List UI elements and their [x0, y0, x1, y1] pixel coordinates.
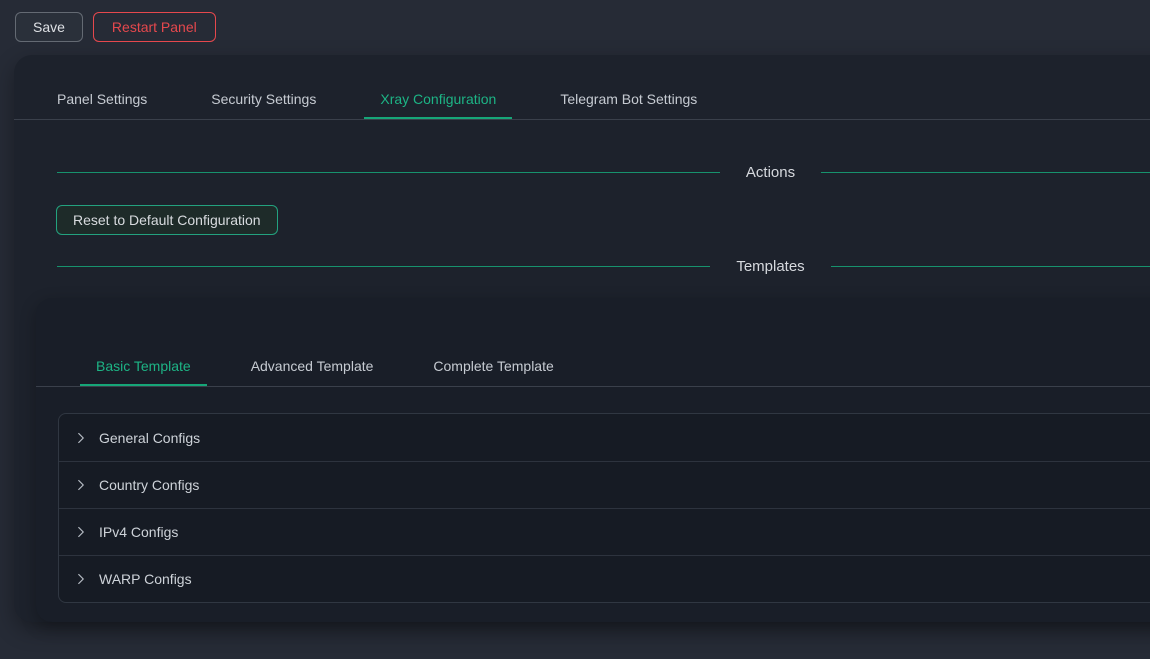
- settings-tab-bar: Panel Settings Security Settings Xray Co…: [14, 55, 1150, 120]
- tab-security-settings[interactable]: Security Settings: [195, 55, 332, 119]
- chevron-right-icon: [75, 479, 87, 491]
- chevron-right-icon: [75, 526, 87, 538]
- accordion-warp-configs[interactable]: WARP Configs: [59, 555, 1150, 602]
- accordion-label: IPv4 Configs: [99, 524, 178, 540]
- top-action-bar: Save Restart Panel: [0, 0, 1150, 55]
- tab-advanced-template[interactable]: Advanced Template: [235, 338, 390, 386]
- configs-accordion: General Configs Country Configs IPv4 Con…: [58, 413, 1150, 603]
- accordion-country-configs[interactable]: Country Configs: [59, 461, 1150, 508]
- chevron-right-icon: [75, 432, 87, 444]
- reset-to-default-button[interactable]: Reset to Default Configuration: [56, 205, 278, 235]
- tab-complete-template[interactable]: Complete Template: [417, 338, 569, 386]
- templates-divider-label: Templates: [736, 258, 804, 275]
- accordion-label: General Configs: [99, 430, 200, 446]
- restart-panel-button[interactable]: Restart Panel: [93, 12, 216, 42]
- accordion-label: Country Configs: [99, 477, 199, 493]
- templates-divider: Templates: [57, 258, 1150, 275]
- tab-telegram-bot-settings[interactable]: Telegram Bot Settings: [544, 55, 713, 119]
- chevron-right-icon: [75, 573, 87, 585]
- settings-card: Panel Settings Security Settings Xray Co…: [14, 55, 1150, 622]
- accordion-ipv4-configs[interactable]: IPv4 Configs: [59, 508, 1150, 555]
- accordion-general-configs[interactable]: General Configs: [59, 414, 1150, 461]
- tab-panel-settings[interactable]: Panel Settings: [41, 55, 163, 119]
- accordion-label: WARP Configs: [99, 571, 192, 587]
- actions-divider-label: Actions: [746, 164, 795, 181]
- save-button[interactable]: Save: [15, 12, 83, 42]
- template-tab-bar: Basic Template Advanced Template Complet…: [36, 298, 1150, 387]
- tab-basic-template[interactable]: Basic Template: [80, 338, 207, 386]
- templates-card: Basic Template Advanced Template Complet…: [36, 298, 1150, 622]
- actions-divider: Actions: [57, 164, 1150, 181]
- tab-xray-configuration[interactable]: Xray Configuration: [364, 55, 512, 119]
